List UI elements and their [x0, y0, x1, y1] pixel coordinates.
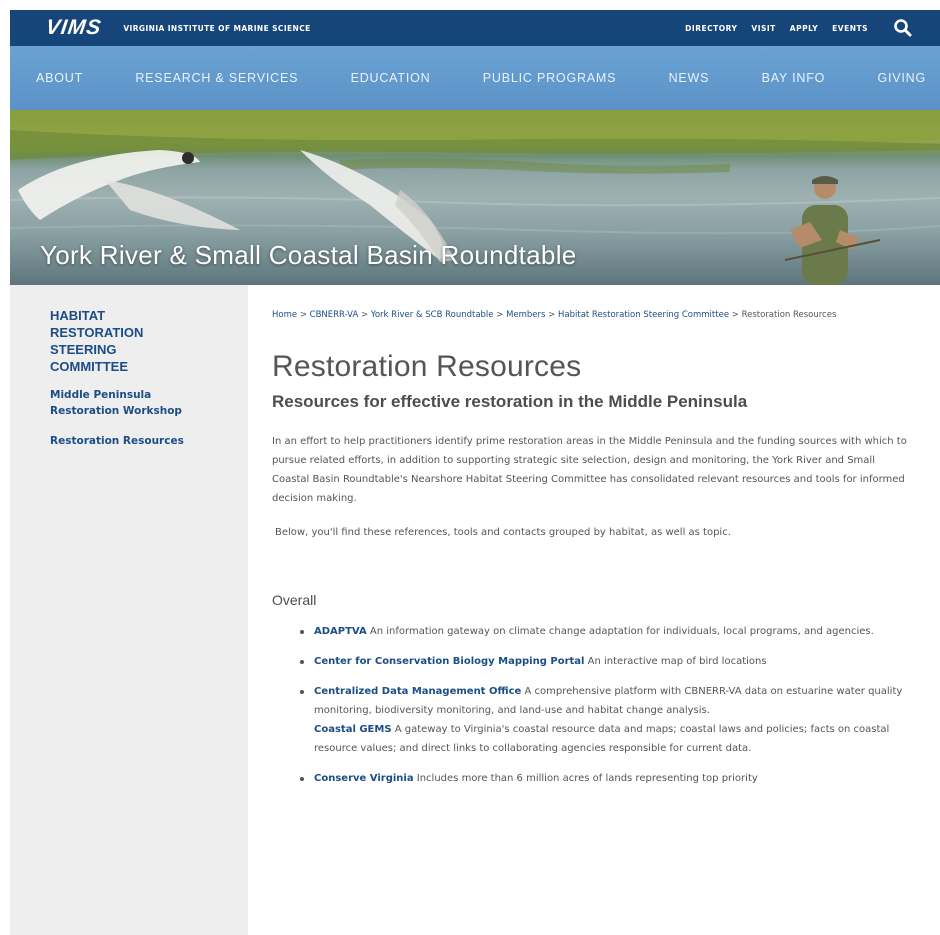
- sidebar-item-workshop[interactable]: Middle Peninsula Restoration Workshop: [50, 387, 210, 419]
- coastal-gems-link[interactable]: Coastal GEMS: [314, 724, 392, 735]
- breadcrumb-separator: >: [299, 310, 310, 320]
- intro-paragraph: In an effort to help practitioners ident…: [272, 436, 907, 504]
- resource-description: An information gateway on climate change…: [366, 626, 874, 637]
- resource-description: A gateway to Virginia's coastal resource…: [314, 724, 890, 754]
- breadcrumb-current: Restoration Resources: [741, 310, 837, 320]
- sub-entry: Coastal GEMS A gateway to Virginia's coa…: [314, 720, 912, 758]
- apply-link[interactable]: APPLY: [790, 24, 818, 33]
- directory-link[interactable]: DIRECTORY: [685, 24, 737, 33]
- hero-title: York River & Small Coastal Basin Roundta…: [40, 240, 577, 270]
- resource-description: Includes more than 6 million acres of la…: [413, 773, 758, 784]
- breadcrumb-home[interactable]: Home: [272, 310, 297, 320]
- data-management-office-link[interactable]: Centralized Data Management Office: [314, 686, 521, 697]
- breadcrumb: Home > CBNERR-VA > York River & SCB Roun…: [272, 308, 912, 322]
- intro-paragraph-2: Below, you'll find these references, too…: [275, 527, 731, 538]
- breadcrumb-steering-committee[interactable]: Habitat Restoration Steering Committee: [558, 310, 729, 320]
- conserve-virginia-link[interactable]: Conserve Virginia: [314, 773, 414, 784]
- top-utility-bar: VIMS VIRGINIA INSTITUTE OF MARINE SCIENC…: [10, 10, 940, 46]
- sidebar-heading[interactable]: HABITAT RESTORATION STEERING COMMITTEE: [50, 307, 180, 375]
- nav-news[interactable]: NEWS: [669, 71, 710, 85]
- breadcrumb-cbnerr[interactable]: CBNERR-VA: [310, 310, 359, 320]
- breadcrumb-separator: >: [548, 310, 558, 320]
- breadcrumb-roundtable[interactable]: York River & SCB Roundtable: [371, 310, 494, 320]
- resource-description: An interactive map of bird locations: [584, 656, 767, 667]
- main-navigation: ABOUT RESEARCH & SERVICES EDUCATION PUBL…: [10, 46, 940, 110]
- sidebar: HABITAT RESTORATION STEERING COMMITTEE M…: [10, 285, 248, 935]
- search-icon[interactable]: [892, 17, 914, 39]
- breadcrumb-separator: >: [496, 310, 507, 320]
- adaptva-link[interactable]: ADAPTVA: [314, 626, 367, 637]
- main-content: Home > CBNERR-VA > York River & SCB Roun…: [272, 308, 912, 799]
- hero-banner: York River & Small Coastal Basin Roundta…: [10, 110, 940, 285]
- list-item: Centralized Data Management Office A com…: [300, 682, 912, 758]
- nav-public-programs[interactable]: PUBLIC PROGRAMS: [483, 71, 617, 85]
- sidebar-item-restoration-resources[interactable]: Restoration Resources: [50, 433, 210, 449]
- nav-giving[interactable]: GIVING: [877, 71, 926, 85]
- vims-logo[interactable]: VIMS: [44, 16, 103, 40]
- section-heading-overall: Overall: [272, 592, 317, 608]
- nav-research-services[interactable]: RESEARCH & SERVICES: [135, 71, 298, 85]
- breadcrumb-members[interactable]: Members: [506, 310, 545, 320]
- breadcrumb-separator: >: [360, 310, 371, 320]
- nav-education[interactable]: EDUCATION: [351, 71, 431, 85]
- ccb-mapping-portal-link[interactable]: Center for Conservation Biology Mapping …: [314, 656, 584, 667]
- institution-name[interactable]: VIRGINIA INSTITUTE OF MARINE SCIENCE: [123, 24, 310, 33]
- nav-about[interactable]: ABOUT: [36, 71, 83, 85]
- utility-links: DIRECTORY VISIT APPLY EVENTS: [685, 17, 914, 39]
- resource-list: ADAPTVA An information gateway on climat…: [272, 622, 912, 788]
- breadcrumb-separator: >: [731, 310, 742, 320]
- visit-link[interactable]: VISIT: [751, 24, 775, 33]
- list-item: Conserve Virginia Includes more than 6 m…: [300, 769, 912, 788]
- nav-bay-info[interactable]: BAY INFO: [762, 71, 826, 85]
- list-item: Center for Conservation Biology Mapping …: [300, 652, 912, 671]
- page-title: Restoration Resources: [272, 350, 582, 383]
- list-item: ADAPTVA An information gateway on climat…: [300, 622, 912, 641]
- events-link[interactable]: EVENTS: [832, 24, 868, 33]
- page-subtitle: Resources for effective restoration in t…: [272, 392, 748, 411]
